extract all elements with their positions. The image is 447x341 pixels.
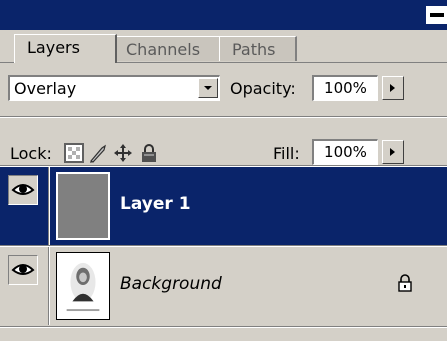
blend-mode-select[interactable]: Overlay	[8, 75, 220, 101]
lock-icon	[398, 274, 412, 292]
tab-paths[interactable]: Paths	[219, 36, 297, 61]
divider	[0, 326, 447, 328]
lock-all-icon[interactable]	[139, 143, 159, 163]
fill-slider-button[interactable]	[382, 140, 404, 164]
lock-image-pixels-icon[interactable]	[88, 143, 108, 163]
layer-name[interactable]: Layer 1	[120, 194, 191, 214]
tab-channels[interactable]: Channels	[113, 36, 223, 61]
blend-row: Overlay Opacity: 100%	[0, 63, 447, 111]
visibility-toggle[interactable]	[8, 255, 38, 285]
eye-icon	[11, 264, 35, 275]
panel-tabs: Channels Paths Layers	[0, 30, 447, 63]
layer-thumbnail	[56, 172, 110, 240]
dropdown-arrow-icon[interactable]	[198, 78, 218, 98]
eye-icon	[11, 184, 35, 195]
tab-layers[interactable]: Layers	[14, 34, 117, 63]
lock-position-icon[interactable]	[113, 143, 133, 163]
panel-titlebar[interactable]	[0, 0, 447, 30]
layer-name[interactable]: Background	[120, 274, 222, 294]
divider	[48, 247, 50, 325]
opacity-label: Opacity:	[230, 79, 296, 98]
lock-label: Lock:	[10, 144, 52, 163]
panel-menu-button[interactable]	[426, 6, 447, 24]
layer-row-layer-1[interactable]: Layer 1	[0, 167, 447, 245]
divider	[48, 167, 50, 245]
fill-label: Fill:	[273, 144, 300, 163]
layer-row-background[interactable]: Background	[0, 247, 447, 325]
fill-input[interactable]: 100%	[312, 139, 378, 165]
blend-mode-value: Overlay	[14, 79, 77, 98]
divider	[0, 116, 447, 118]
visibility-toggle[interactable]	[8, 175, 38, 205]
layers-list: Layer 1 Background	[0, 165, 447, 341]
opacity-input[interactable]: 100%	[312, 75, 378, 101]
opacity-slider-button[interactable]	[382, 76, 404, 100]
lock-transparent-pixels-icon[interactable]	[64, 143, 84, 163]
layer-thumbnail	[56, 252, 110, 320]
